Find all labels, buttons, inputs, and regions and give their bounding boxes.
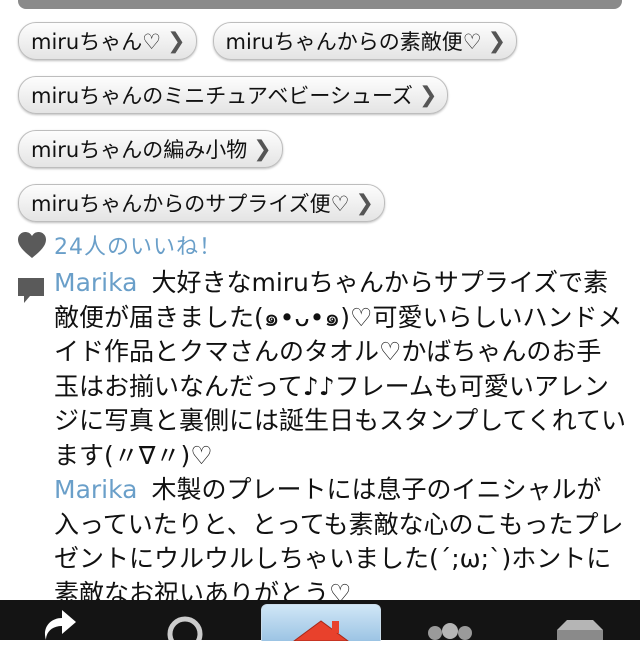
comment-text: 木製のプレートには息子のイニシャルが入っていたりと、とっても素敵な心のこもったプ… [54,475,624,608]
likes-count[interactable]: 24人のいいね！ [54,229,222,261]
search-icon [167,616,203,645]
tab-search[interactable] [140,600,230,645]
chevron-right-icon: ❯ [418,82,438,108]
comment-text: 大好きなmiruちゃんからサプライズで素敵便が届きました(๑•ᴗ•๑)♡可愛いら… [54,268,627,470]
tag-row: miruちゃん♡ ❯ miruちゃんからの素敵便♡ ❯ [18,22,628,76]
comment-author[interactable]: Marika [54,268,137,297]
people-icon [428,623,472,640]
comment-author[interactable]: Marika [54,475,137,504]
tab-people[interactable] [405,600,495,640]
inbox-icon [557,620,603,640]
tag-label: miruちゃんからのサプライズ便♡ [31,192,350,216]
tag-row: miruちゃんの編み小物 ❯ [18,130,628,184]
tab-inbox[interactable] [535,600,625,640]
comment-bubble-icon [18,278,44,303]
chevron-right-icon: ❯ [355,190,374,216]
tab-share[interactable] [14,600,104,640]
chevron-right-icon: ❯ [253,136,272,162]
tag-suteki-bin[interactable]: miruちゃんからの素敵便♡ ❯ [212,22,517,60]
tag-knit-goods[interactable]: miruちゃんの編み小物 ❯ [18,130,283,168]
likes-row[interactable]: 24人のいいね！ [16,230,222,260]
comment: Marika 木製のプレートには息子のイニシャルが入っていたりと、とっても素敵な心… [54,473,626,611]
heart-icon [18,232,46,258]
tag-label: miruちゃんからの素敵便♡ [225,30,482,54]
tag-miru-chan[interactable]: miruちゃん♡ ❯ [18,22,197,60]
chevron-right-icon: ❯ [487,28,506,54]
tag-list: miruちゃん♡ ❯ miruちゃんからの素敵便♡ ❯ miruちゃんのミニチュアベ… [18,22,628,238]
chevron-right-icon: ❯ [167,28,186,54]
tag-baby-shoes[interactable]: miruちゃんのミニチュアベビーシューズ ❯ [18,76,449,114]
tag-label: miruちゃんの編み小物 [31,138,248,162]
tab-home[interactable] [261,604,381,642]
tag-surprise-bin[interactable]: miruちゃんからのサプライズ便♡ ❯ [18,184,385,222]
home-icon [292,620,350,642]
comment: Marika 大好きなmiruちゃんからサプライズで素敵便が届きました(๑•ᴗ•๑… [54,266,626,473]
share-arrow-icon [44,610,76,640]
bottom-tab-bar [0,600,640,645]
tag-label: miruちゃん♡ [31,30,162,54]
tag-label: miruちゃんのミニチュアベビーシューズ [31,84,413,108]
tag-row: miruちゃんのミニチュアベビーシューズ ❯ [18,76,628,130]
photo-bottom-edge [18,0,622,9]
comment-list: Marika 大好きなmiruちゃんからサプライズで素敵便が届きました(๑•ᴗ•๑… [54,266,626,611]
